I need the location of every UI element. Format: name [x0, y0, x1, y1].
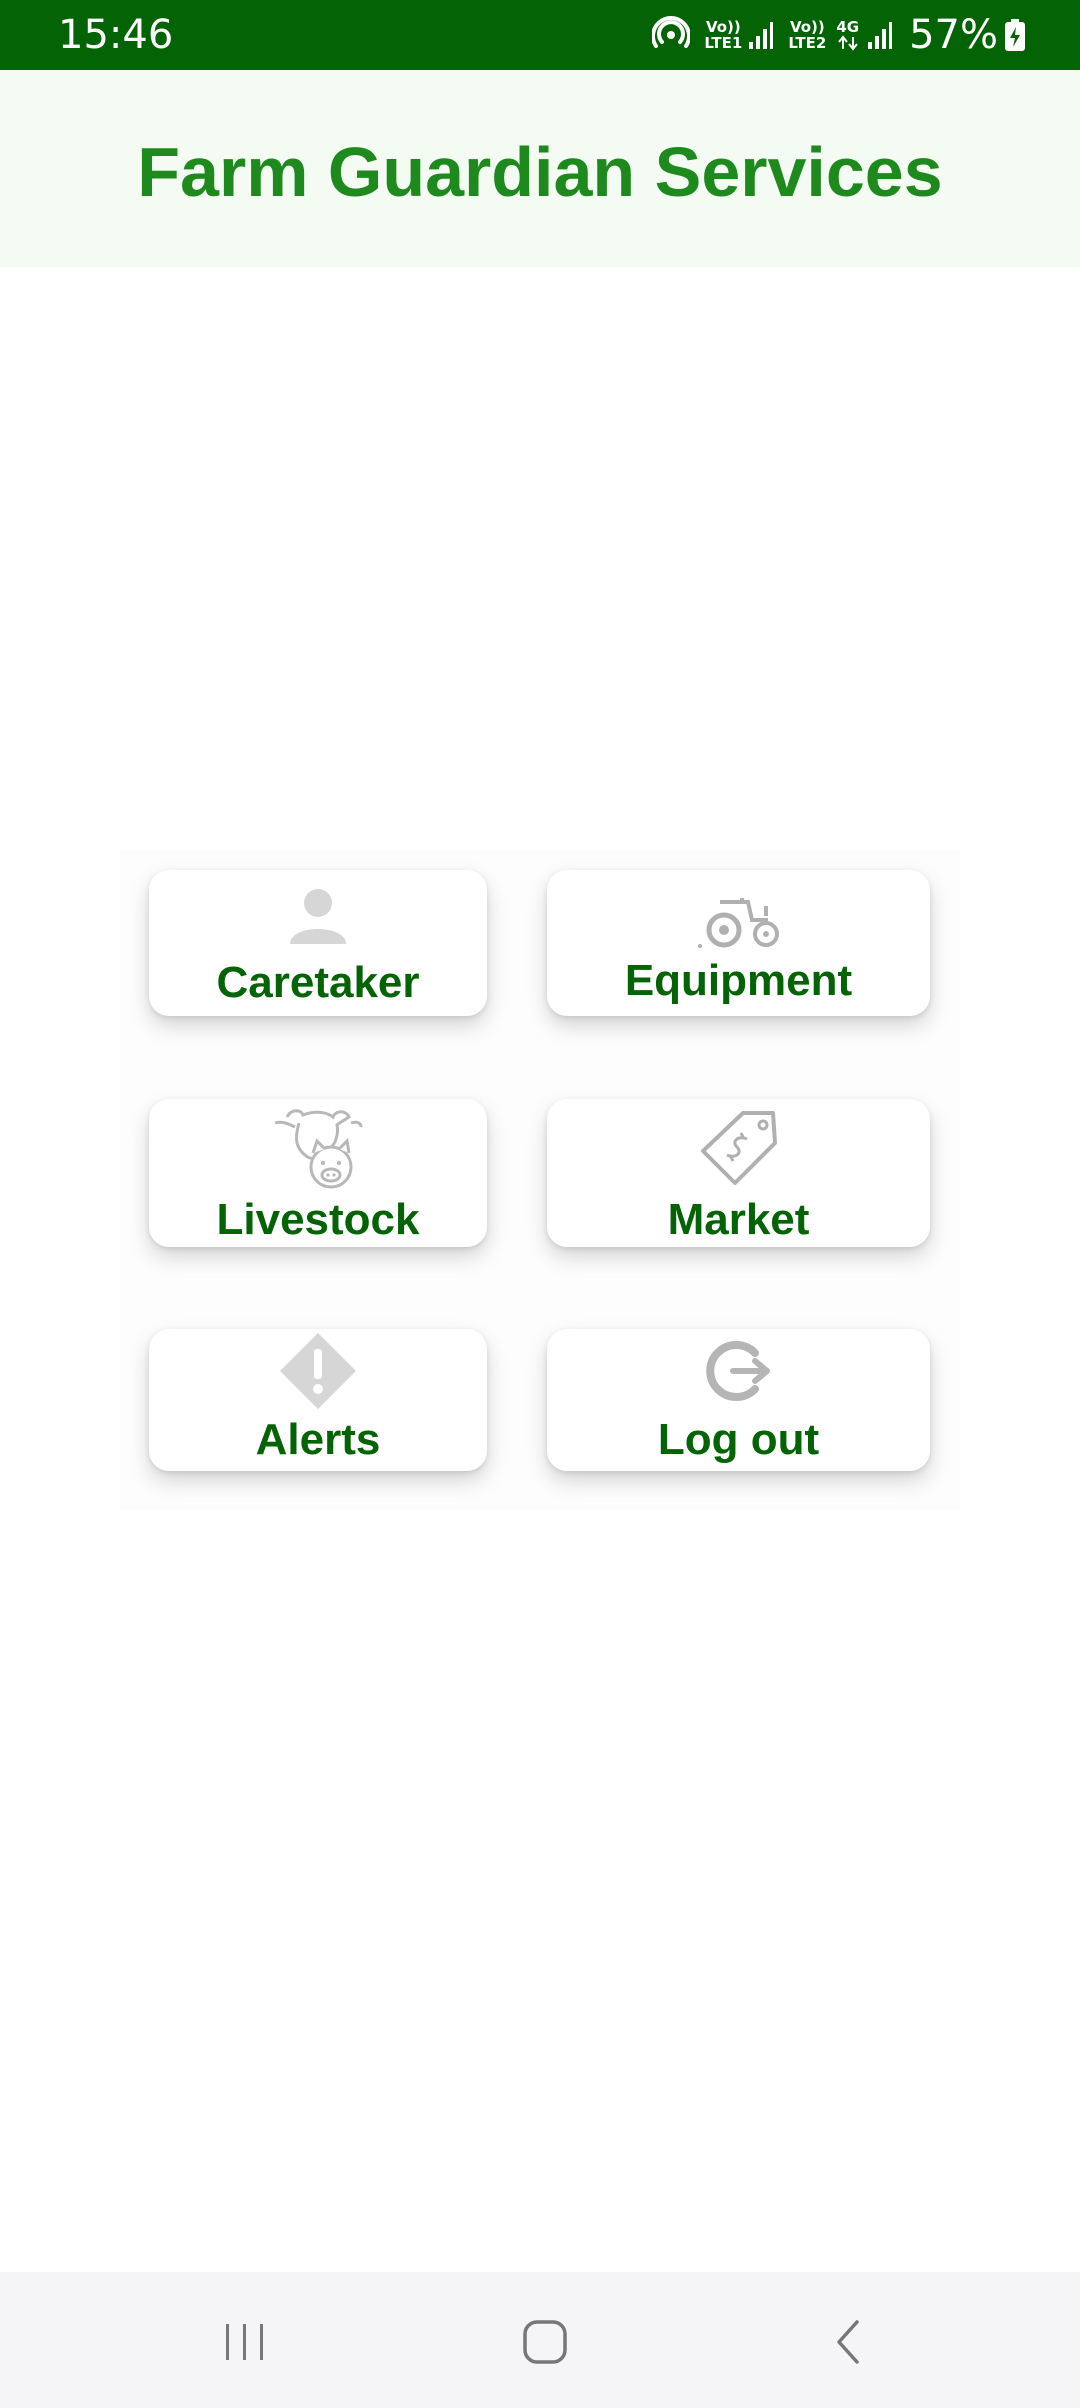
livestock-button[interactable]: Livestock — [149, 1099, 487, 1247]
market-label: Market — [667, 1195, 810, 1244]
recent-apps-icon — [226, 2324, 263, 2360]
signal-icon — [868, 22, 893, 49]
back-button[interactable] — [804, 2302, 894, 2382]
sim2-label: Vo)) LTE2 — [788, 18, 827, 52]
livestock-label: Livestock — [216, 1195, 420, 1244]
equipment-label: Equipment — [624, 956, 853, 1005]
status-bar: 15:46 Vo)) LTE1 Vo)) LTE2 4G 57% — [0, 0, 1080, 70]
data-arrows-icon — [837, 35, 858, 51]
status-time: 15:46 — [58, 12, 174, 58]
status-icons: Vo)) LTE1 Vo)) LTE2 4G 57% — [652, 10, 1026, 60]
price-tag-icon — [700, 1111, 777, 1185]
logout-button[interactable]: Log out — [547, 1329, 930, 1471]
logout-label: Log out — [657, 1415, 820, 1464]
battery-charging-icon — [1005, 19, 1025, 51]
battery-percent: 57% — [909, 12, 998, 58]
network-type: 4G — [836, 19, 859, 51]
home-button[interactable] — [500, 2302, 590, 2382]
alerts-label: Alerts — [255, 1415, 381, 1464]
system-nav-bar — [0, 2272, 1080, 2408]
caretaker-button[interactable]: Caretaker — [149, 870, 487, 1016]
menu-grid: Caretaker Equipment Livestock Market Ale… — [120, 850, 960, 1510]
cow-pig-icon — [274, 1109, 363, 1189]
back-icon — [837, 2320, 859, 2364]
home-icon — [523, 2320, 567, 2364]
person-icon — [290, 889, 346, 944]
logout-icon — [705, 1341, 770, 1401]
hotspot-icon — [652, 16, 691, 48]
recent-apps-button[interactable] — [200, 2302, 290, 2382]
market-button[interactable]: Market — [547, 1099, 930, 1247]
caretaker-label: Caretaker — [216, 958, 420, 1007]
alerts-button[interactable]: Alerts — [149, 1329, 487, 1471]
page-title: Farm Guardian Services — [137, 133, 943, 211]
app-header: Farm Guardian Services — [0, 70, 1080, 267]
alert-diamond-icon — [280, 1333, 356, 1409]
equipment-button[interactable]: Equipment — [547, 870, 930, 1016]
signal-icon — [749, 22, 774, 49]
tractor-icon — [697, 898, 779, 948]
sim1-label: Vo)) LTE1 — [704, 18, 743, 52]
